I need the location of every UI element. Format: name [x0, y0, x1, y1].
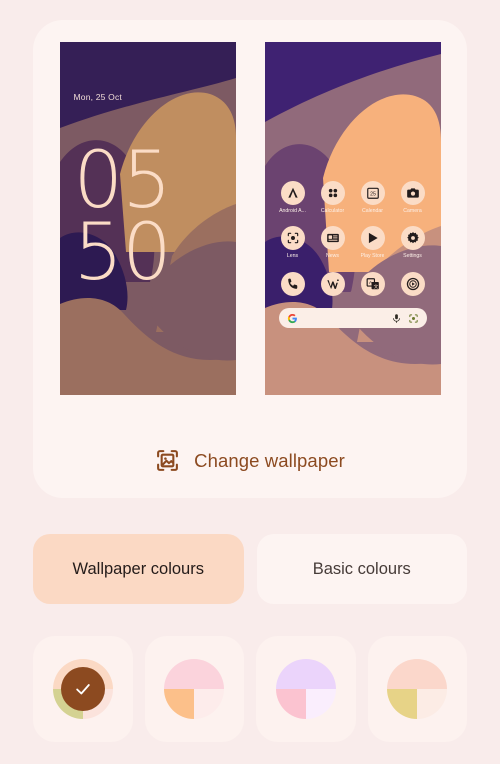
colour-swatch-list: [33, 636, 467, 742]
preview-card: Mon, 25 Oct 05 50 Android A... Calculato…: [33, 20, 467, 498]
app-label: Calculator: [320, 208, 345, 214]
play-store-icon: [360, 226, 385, 250]
tab-basic-colours[interactable]: Basic colours: [256, 534, 467, 604]
lens-icon: [280, 226, 305, 250]
app-tile-play-store[interactable]: Play Store: [353, 226, 393, 259]
calendar-icon: 25: [360, 181, 385, 205]
app-tile-calendar[interactable]: 25 Calendar: [353, 181, 393, 214]
change-wallpaper-button[interactable]: Change wallpaper: [33, 448, 467, 473]
app-label: Play Store: [360, 253, 385, 259]
clock-hours: 05: [73, 136, 172, 226]
google-g-icon: [287, 313, 297, 323]
colour-swatch-3[interactable]: [256, 636, 356, 742]
svg-text:25: 25: [370, 192, 376, 198]
app-tile-calculator[interactable]: Calculator: [313, 181, 353, 214]
change-wallpaper-label: Change wallpaper: [194, 449, 345, 471]
swatch-preview: [275, 659, 336, 719]
home-screen-content: Android A... Calculator 25 Calendar Came…: [265, 42, 441, 395]
tab-label: Wallpaper colours: [72, 559, 204, 578]
wallet-icon[interactable]: [320, 272, 345, 296]
home-screen-preview[interactable]: Android A... Calculator 25 Calendar Came…: [264, 42, 441, 395]
swatch-quadrants: [164, 659, 225, 719]
swatch-preview: [164, 659, 225, 719]
tab-label: Basic colours: [312, 559, 411, 578]
app-tile-lens[interactable]: Lens: [273, 226, 313, 259]
app-tile-news[interactable]: News: [313, 226, 353, 259]
app-tile-android-auto[interactable]: Android A...: [273, 181, 313, 214]
record-circle-icon[interactable]: [400, 272, 425, 296]
app-tile-settings[interactable]: Settings: [393, 226, 433, 259]
preview-row: Mon, 25 Oct 05 50 Android A... Calculato…: [33, 20, 467, 395]
app-label: Lens: [286, 253, 299, 259]
app-label: Settings: [403, 253, 422, 259]
swatch-preview: [52, 659, 113, 719]
app-label: Calendar: [361, 208, 384, 214]
app-tile-camera[interactable]: Camera: [393, 181, 433, 214]
image-frame-icon: [157, 450, 179, 471]
google-search-bar[interactable]: [278, 308, 427, 328]
android-auto-icon: [280, 181, 305, 205]
app-label: Android A...: [279, 208, 306, 214]
lock-screen-clock: 05 50: [73, 136, 172, 298]
clock-minutes: 50: [73, 207, 172, 298]
app-label: Camera: [403, 208, 422, 214]
settings-gear-icon: [400, 226, 425, 250]
colour-swatch-2[interactable]: [144, 636, 244, 742]
news-icon: [320, 226, 345, 250]
translate-icon[interactable]: A文: [360, 272, 385, 296]
app-icon-grid: Android A... Calculator 25 Calendar Came…: [273, 181, 433, 259]
colour-swatch-4[interactable]: [367, 636, 467, 742]
tab-wallpaper-colours[interactable]: Wallpaper colours: [33, 534, 244, 604]
swatch-preview: [387, 659, 448, 719]
lock-screen-date: Mon, 25 Oct: [73, 92, 122, 102]
wallpaper-style-picker-screen: Mon, 25 Oct 05 50 Android A... Calculato…: [0, 0, 500, 764]
calculator-icon: [320, 181, 345, 205]
swatch-quadrants: [275, 659, 336, 719]
check-icon: [76, 684, 90, 695]
svg-text:文: 文: [373, 283, 378, 290]
swatch-quadrants: [387, 659, 448, 719]
home-screen-dock: A文: [273, 272, 433, 296]
swatch-selected-disc: [60, 667, 105, 711]
phone-icon[interactable]: [280, 272, 305, 296]
app-label: News: [326, 253, 339, 259]
lock-screen-preview[interactable]: Mon, 25 Oct 05 50: [59, 42, 236, 395]
camera-icon: [400, 181, 425, 205]
colour-swatch-1[interactable]: [33, 636, 133, 742]
microphone-icon[interactable]: [391, 313, 402, 324]
colour-source-tabs: Wallpaper colours Basic colours: [33, 534, 467, 604]
google-lens-icon[interactable]: [408, 313, 419, 324]
